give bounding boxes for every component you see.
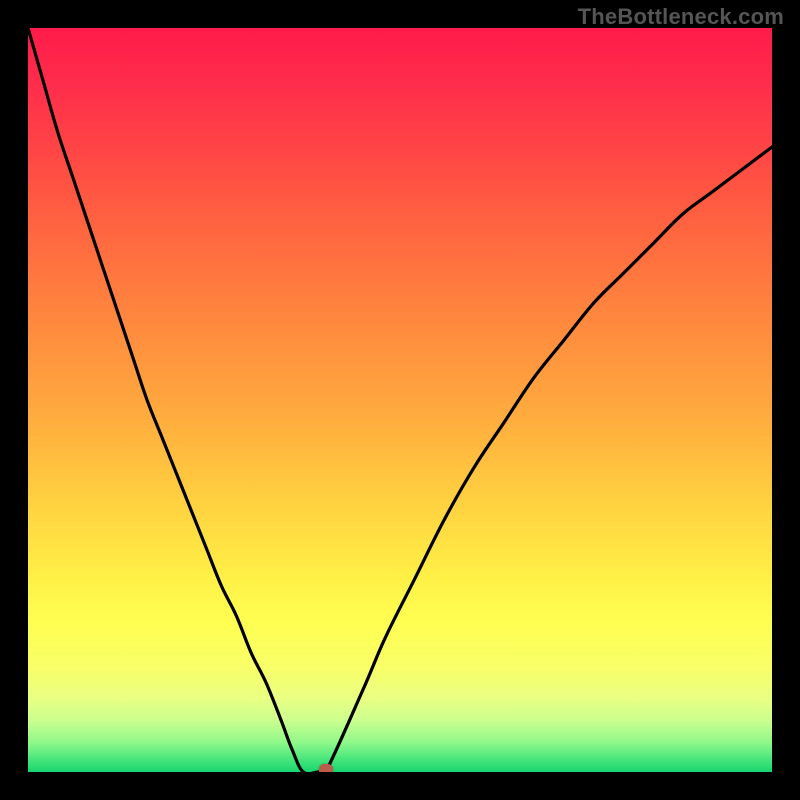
gradient-background xyxy=(28,28,772,772)
chart-frame: TheBottleneck.com xyxy=(0,0,800,800)
plot-svg xyxy=(28,28,772,772)
plot-area xyxy=(28,28,772,772)
watermark-text: TheBottleneck.com xyxy=(578,4,784,30)
optimal-point-marker xyxy=(319,764,333,772)
